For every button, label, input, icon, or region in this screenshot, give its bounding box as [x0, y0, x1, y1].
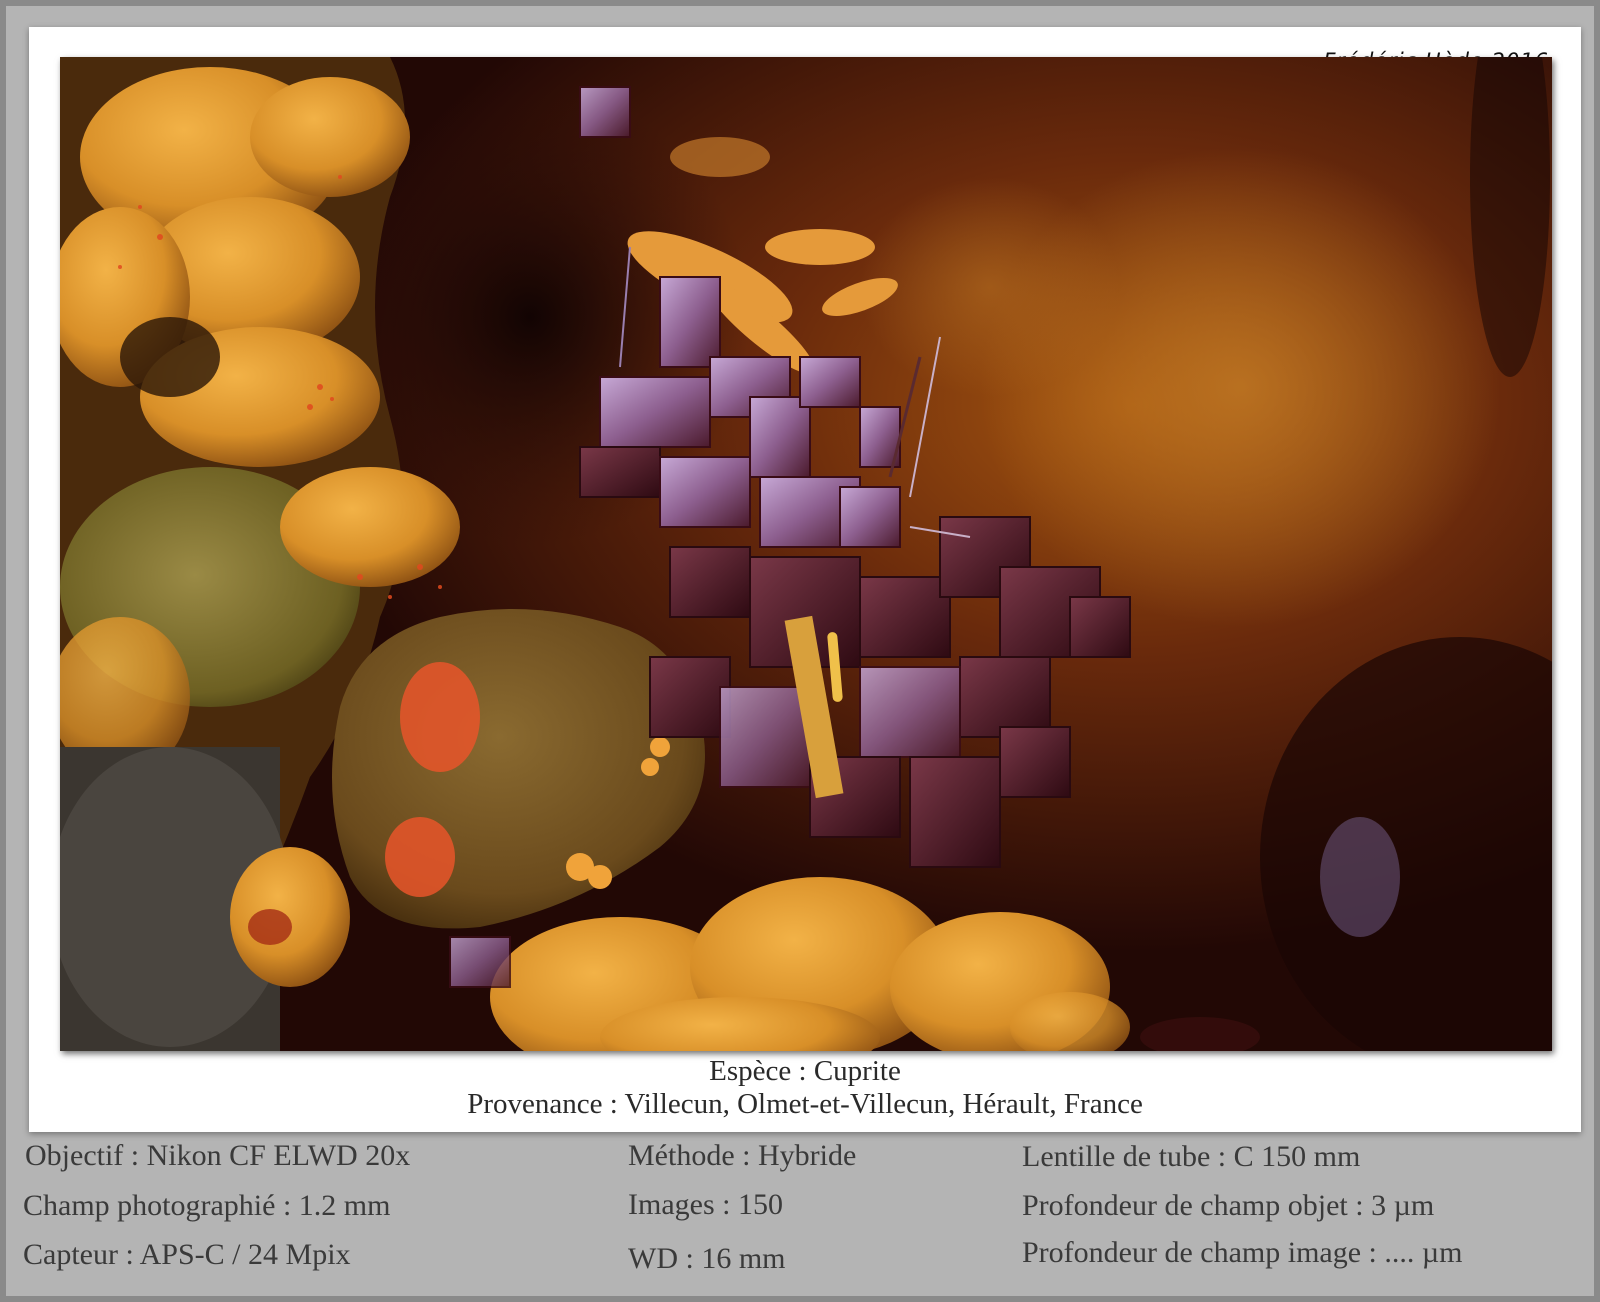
photo-card: Frédéric Hède 2016: [29, 27, 1581, 1132]
spec-sensor: Capteur : APS-C / 24 Mpix: [23, 1238, 351, 1271]
species-caption: Espèce : Cuprite: [709, 1055, 901, 1087]
spec-objective: Objectif : Nikon CF ELWD 20x: [25, 1139, 411, 1172]
spec-image-depth-of-field: Profondeur de champ image : .... µm: [1022, 1236, 1463, 1269]
spec-tube-lens: Lentille de tube : C 150 mm: [1022, 1140, 1361, 1173]
page-background: Frédéric Hède 2016: [6, 6, 1594, 1296]
spec-object-depth-of-field: Profondeur de champ objet : 3 µm: [1022, 1189, 1435, 1222]
mineral-photograph: [60, 57, 1552, 1051]
spec-field-of-view: Champ photographié : 1.2 mm: [23, 1189, 391, 1222]
spec-method: Méthode : Hybride: [628, 1139, 857, 1172]
origin-caption: Provenance : Villecun, Olmet-et-Villecun…: [467, 1088, 1143, 1120]
spec-image-count: Images : 150: [628, 1188, 783, 1221]
spec-working-distance: WD : 16 mm: [628, 1242, 786, 1275]
